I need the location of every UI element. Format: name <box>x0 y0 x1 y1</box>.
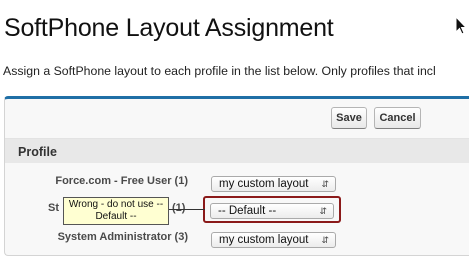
cancel-button[interactable]: Cancel <box>374 107 421 129</box>
select-updown-arrow-icon: ⇵ <box>321 179 329 189</box>
error-highlight-box <box>203 196 341 223</box>
section-header <box>5 139 469 163</box>
profile-label-standard-user-end: (1) <box>172 202 186 214</box>
page-title: SoftPhone Layout Assignment <box>4 14 334 42</box>
layout-select-force-com-free-user[interactable]: my custom layout ⇵ <box>211 176 336 192</box>
section-title: Profile <box>18 145 57 159</box>
callout-connector-line <box>169 209 205 210</box>
mouse-pointer-icon <box>455 16 468 35</box>
profile-label-standard-user-start: St <box>48 202 59 214</box>
profile-label-system-administrator: System Administrator (3) <box>57 231 188 243</box>
instructions-text: Assign a SoftPhone layout to each profil… <box>3 64 436 78</box>
save-button[interactable]: Save <box>331 107 367 129</box>
profile-label-force-com-free-user: Force.com - Free User (1) <box>55 175 188 187</box>
callout-line-1: Wrong - do not use -- <box>68 199 164 210</box>
select-value: my custom layout <box>219 234 309 246</box>
select-value: my custom layout <box>219 178 309 190</box>
select-updown-arrow-icon: ⇵ <box>321 235 329 245</box>
layout-select-system-administrator[interactable]: my custom layout ⇵ <box>211 232 336 248</box>
warning-callout: Wrong - do not use -- Default -- <box>63 197 169 225</box>
callout-line-2: Default -- <box>95 211 137 222</box>
